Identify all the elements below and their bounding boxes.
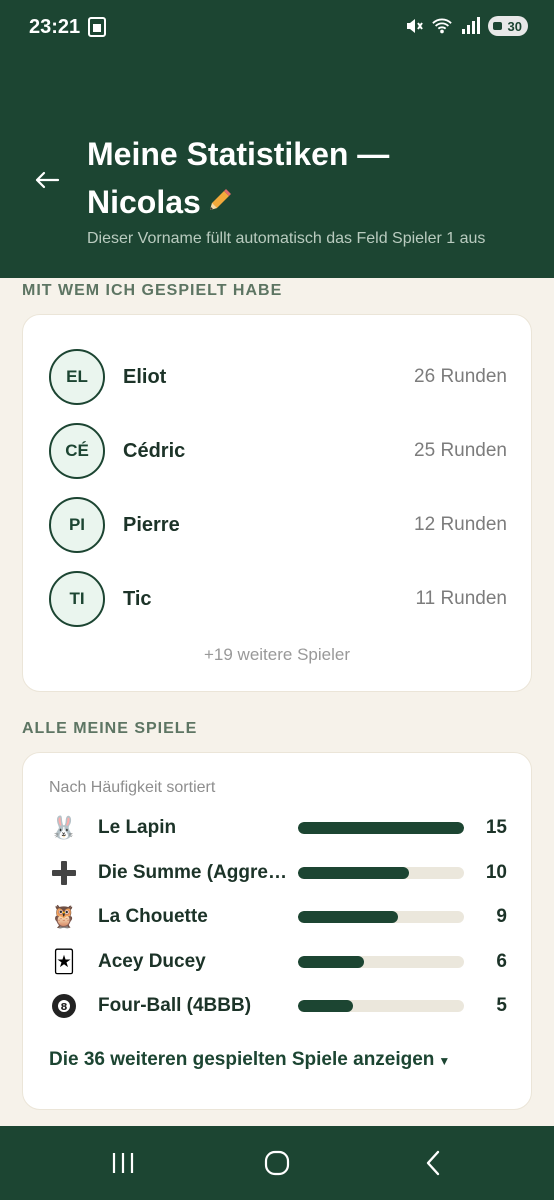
players-section-label: MIT WEM ICH GESPIELT HABE xyxy=(22,282,283,299)
game-row[interactable]: 8 Four-Ball (4BBB) 5 xyxy=(49,991,507,1021)
svg-text:8: 8 xyxy=(61,1002,68,1013)
player-name: Cédric xyxy=(123,439,186,462)
chevron-left-icon xyxy=(426,1150,440,1176)
home-button[interactable] xyxy=(257,1146,297,1180)
recent-apps-button[interactable] xyxy=(103,1146,143,1180)
page-title: Meine Statistiken — Nicolas xyxy=(87,130,507,228)
game-count: 9 xyxy=(496,906,507,927)
wifi-icon xyxy=(432,16,452,36)
avatar: EL xyxy=(49,349,105,405)
game-progress-bar xyxy=(298,956,464,968)
game-row[interactable]: Die Summe (Aggregat) 10 xyxy=(49,858,507,888)
arrow-left-icon xyxy=(35,171,60,189)
game-name: Four-Ball (4BBB) xyxy=(98,995,252,1016)
playing-card-icon: 🃏 xyxy=(52,949,76,974)
player-rounds: 12 Runden xyxy=(414,514,507,535)
players-card: EL Eliot 26 Runden CÉ Cédric 25 Runden P… xyxy=(22,314,532,692)
status-time: 23:21 xyxy=(29,16,81,38)
home-icon xyxy=(264,1150,290,1176)
show-more-label: Die 36 weiteren gespielten Spiele anzeig… xyxy=(49,1049,435,1070)
rabbit-icon: 🐰 xyxy=(50,815,78,840)
caret-down-icon: ▼ xyxy=(438,1054,451,1068)
game-progress-bar xyxy=(298,911,464,923)
game-progress-fill xyxy=(298,911,398,923)
game-progress-bar xyxy=(298,867,464,879)
game-name: Die Summe (Aggregat) xyxy=(98,862,288,883)
game-row[interactable]: 🐰 Le Lapin 15 xyxy=(49,813,507,843)
player-rounds: 26 Runden xyxy=(414,366,507,387)
game-row[interactable]: 🃏 Acey Ducey 6 xyxy=(49,947,507,977)
player-row[interactable]: CÉ Cédric 25 Runden xyxy=(49,423,507,479)
eight-ball-icon: 8 xyxy=(49,991,79,1021)
player-name: Eliot xyxy=(123,365,167,388)
game-count: 5 xyxy=(496,995,507,1016)
pencil-icon[interactable] xyxy=(205,180,233,228)
game-progress-fill xyxy=(298,867,409,879)
player-rounds: 25 Runden xyxy=(414,440,507,461)
games-section-label: ALLE MEINE SPIELE xyxy=(22,720,198,737)
show-more-games-button[interactable]: Die 36 weiteren gespielten Spiele anzeig… xyxy=(49,1049,450,1071)
game-progress-fill xyxy=(298,822,464,834)
owl-icon: 🦉 xyxy=(50,904,78,929)
recents-icon xyxy=(112,1153,134,1173)
game-count: 6 xyxy=(496,951,507,972)
games-card: Nach Häufigkeit sortiert 🐰 Le Lapin 15 D… xyxy=(22,752,532,1110)
page-title-text: Meine Statistiken — Nicolas xyxy=(87,136,390,220)
game-progress-bar xyxy=(298,1000,464,1012)
signal-icon xyxy=(460,16,480,36)
game-count: 10 xyxy=(485,862,507,883)
game-progress-fill xyxy=(298,1000,354,1012)
player-row[interactable]: PI Pierre 12 Runden xyxy=(49,497,507,553)
system-nav-bar xyxy=(0,1126,554,1200)
more-players-link[interactable]: +19 weitere Spieler xyxy=(23,645,531,665)
player-name: Pierre xyxy=(123,513,180,536)
game-progress-fill xyxy=(298,956,365,968)
app-header: 23:21 30 Meine Statistiken — Nicolas Die… xyxy=(0,0,554,278)
page-subtitle: Dieser Vorname füllt automatisch das Fel… xyxy=(87,230,486,247)
avatar: CÉ xyxy=(49,423,105,479)
game-name: La Chouette xyxy=(98,906,208,927)
game-count: 15 xyxy=(485,817,507,838)
sort-label: Nach Häufigkeit sortiert xyxy=(49,779,216,796)
status-bar: 23:21 30 xyxy=(0,0,554,56)
avatar: TI xyxy=(49,571,105,627)
player-name: Tic xyxy=(123,587,152,610)
game-name: Acey Ducey xyxy=(98,951,206,972)
game-row[interactable]: 🦉 La Chouette 9 xyxy=(49,902,507,932)
avatar: PI xyxy=(49,497,105,553)
player-row[interactable]: EL Eliot 26 Runden xyxy=(49,349,507,405)
battery-indicator: 30 xyxy=(488,16,528,36)
game-name: Le Lapin xyxy=(98,817,177,838)
system-back-button[interactable] xyxy=(413,1146,453,1180)
back-button[interactable] xyxy=(32,165,62,195)
player-row[interactable]: TI Tic 11 Runden xyxy=(49,571,507,627)
plus-icon xyxy=(49,858,79,888)
mute-icon xyxy=(404,16,424,36)
player-rounds: 11 Runden xyxy=(415,588,507,609)
game-progress-bar xyxy=(298,822,464,834)
notification-icon xyxy=(88,17,106,37)
